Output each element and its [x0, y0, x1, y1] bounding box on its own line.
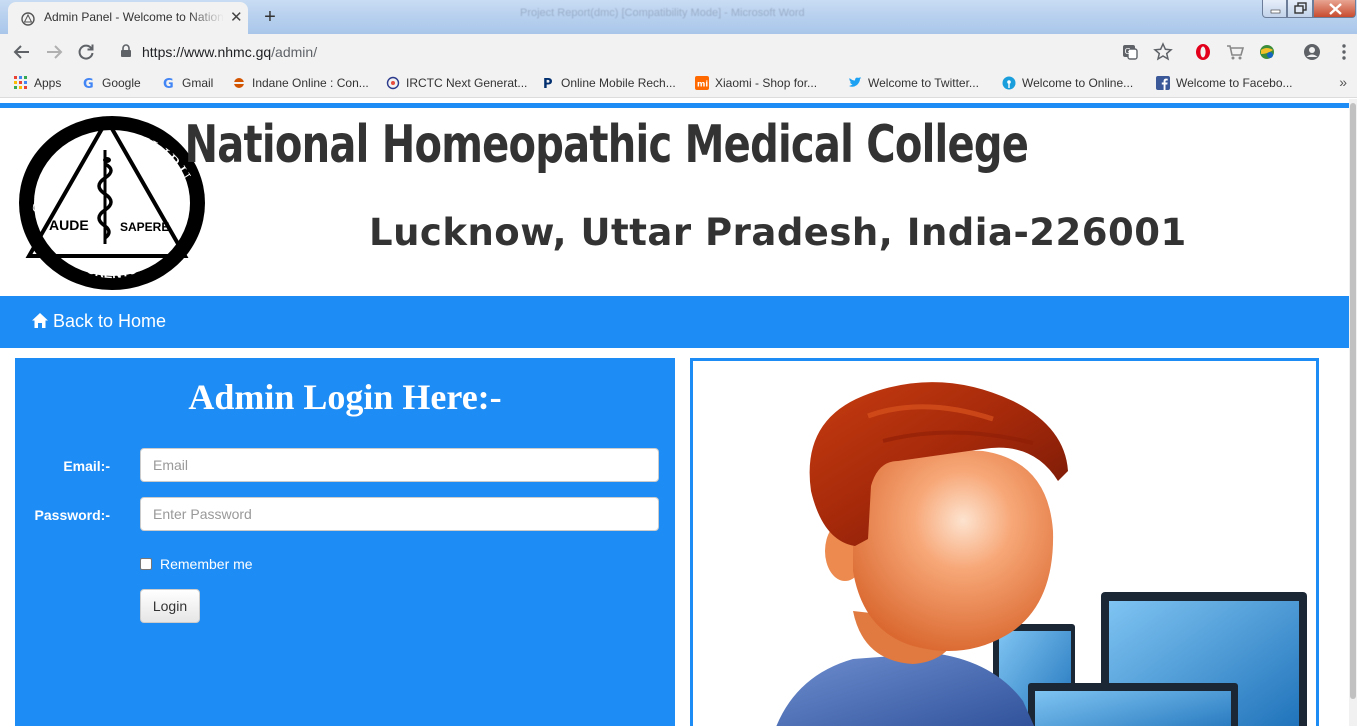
login-panel: Admin Login Here:- Email:- Password:- Re…	[15, 358, 675, 726]
bookmark-label: Welcome to Facebo...	[1176, 76, 1293, 90]
browser-tab-active[interactable]: Admin Panel - Welcome to National Homeop…	[8, 2, 248, 34]
svg-text:P: P	[543, 77, 553, 90]
bookmark-twitter[interactable]: Welcome to Twitter...	[848, 76, 979, 94]
bookmarks-bar: Apps G Google G Gmail Indane Online : Con.…	[0, 70, 1357, 98]
back-to-home-label: Back to Home	[53, 311, 167, 331]
bookmark-gmail[interactable]: G Gmail	[162, 76, 213, 94]
bookmark-label: Xiaomi - Shop for...	[715, 76, 818, 90]
bookmark-sbi[interactable]: Welcome to Online...	[1002, 76, 1133, 94]
site-favicon-icon	[21, 12, 35, 26]
address-bar[interactable]: https://www.nhmc.gq/admin/	[108, 38, 1184, 66]
scrollbar-thumb[interactable]	[1350, 103, 1356, 699]
bookmark-google[interactable]: G Google	[82, 76, 141, 94]
svg-text:G: G	[1125, 47, 1131, 56]
email-field[interactable]	[140, 448, 659, 482]
browser-toolbar: https://www.nhmc.gq/admin/ G	[0, 34, 1357, 70]
lock-icon	[121, 44, 131, 57]
admin-user-illustration	[776, 382, 1307, 726]
window-close-button[interactable]	[1313, 0, 1356, 18]
top-accent-bar	[0, 103, 1349, 108]
back-arrow-icon[interactable]	[11, 41, 33, 63]
bookmark-star-icon[interactable]	[1153, 42, 1173, 62]
bookmark-label: Indane Online : Con...	[252, 76, 369, 90]
apps-grid-icon	[14, 76, 27, 89]
mi-icon: mi	[695, 76, 709, 90]
login-button[interactable]: Login	[140, 589, 200, 623]
sbi-icon	[1002, 76, 1016, 90]
college-address-heading: Lucknow, Uttar Pradesh, India-226001	[369, 211, 1187, 254]
google-icon: G	[163, 77, 174, 90]
menu-kebab-icon[interactable]	[1334, 42, 1354, 62]
translate-icon[interactable]: G	[1120, 42, 1140, 62]
bookmark-indane[interactable]: Indane Online : Con...	[232, 76, 369, 94]
bookmark-label: Welcome to Online...	[1022, 76, 1134, 90]
window-minimize-button[interactable]	[1262, 0, 1287, 18]
browser-tab-strip: Project Report(dmc) [Compatibility Mode]…	[0, 0, 1357, 34]
bookmark-label: Online Mobile Rech...	[561, 76, 676, 90]
bookmark-xiaomi[interactable]: mi Xiaomi - Shop for...	[695, 76, 817, 94]
paytm-icon: P	[543, 77, 553, 90]
page-viewport: SIMILIASIMILIBUS CURENTUR AUDE SAPERE Na…	[0, 99, 1349, 726]
url-host: https://www.nhmc.gq	[142, 44, 272, 60]
bookmark-label: IRCTC Next Generat...	[406, 76, 528, 90]
bookmark-label: Google	[102, 76, 141, 90]
reload-icon[interactable]	[75, 41, 97, 63]
profile-avatar-icon[interactable]	[1302, 42, 1322, 62]
irctc-icon	[386, 76, 400, 90]
indane-icon	[234, 78, 244, 88]
home-icon	[32, 313, 48, 328]
shopping-cart-icon[interactable]	[1225, 42, 1245, 62]
window-restore-button[interactable]	[1287, 0, 1313, 18]
remember-me-row[interactable]: Remember me	[140, 556, 253, 572]
page-scrollbar[interactable]	[1349, 99, 1357, 726]
globe-extension-icon[interactable]	[1257, 42, 1277, 62]
password-label: Password:-	[34, 507, 110, 523]
svg-text:G: G	[163, 77, 174, 90]
tab-title: Admin Panel - Welcome to National Homeop…	[44, 10, 224, 24]
email-label: Email:-	[63, 458, 110, 474]
svg-text:AUDE: AUDE	[49, 217, 89, 233]
main-navbar: Back to Home	[0, 296, 1349, 348]
bookmark-label: Gmail	[182, 76, 214, 90]
svg-text:SAPERE: SAPERE	[120, 220, 169, 234]
twitter-icon	[849, 77, 862, 87]
admin-illustration-frame	[690, 358, 1319, 726]
bookmark-apps[interactable]: Apps	[14, 76, 61, 94]
bookmark-label: Apps	[34, 76, 62, 90]
forward-arrow-icon[interactable]	[43, 41, 65, 63]
background-window-title: Project Report(dmc) [Compatibility Mode]…	[520, 7, 805, 19]
back-to-home-link[interactable]: Back to Home	[31, 311, 166, 332]
bookmark-irctc[interactable]: IRCTC Next Generat...	[386, 76, 527, 94]
svg-text:mi: mi	[697, 80, 708, 89]
facebook-icon	[1156, 76, 1170, 90]
google-icon: G	[83, 77, 94, 90]
new-tab-button[interactable]: +	[256, 4, 284, 30]
svg-text:G: G	[83, 77, 94, 90]
bookmark-paytm[interactable]: P Online Mobile Rech...	[541, 76, 676, 94]
opera-extension-icon[interactable]	[1193, 42, 1213, 62]
remember-me-label: Remember me	[160, 556, 253, 572]
college-name-heading: National Homeopathic Medical College	[184, 115, 1029, 175]
bookmark-label: Welcome to Twitter...	[868, 76, 979, 90]
tab-close-icon[interactable]: ✕	[230, 8, 243, 26]
password-field[interactable]	[140, 497, 659, 531]
url-path: /admin/	[271, 44, 318, 60]
login-heading: Admin Login Here:-	[188, 377, 502, 417]
remember-me-checkbox[interactable]	[140, 558, 152, 570]
more-bookmarks-chevron[interactable]: »	[1339, 74, 1347, 90]
bookmark-facebook[interactable]: Welcome to Facebo...	[1156, 76, 1293, 94]
